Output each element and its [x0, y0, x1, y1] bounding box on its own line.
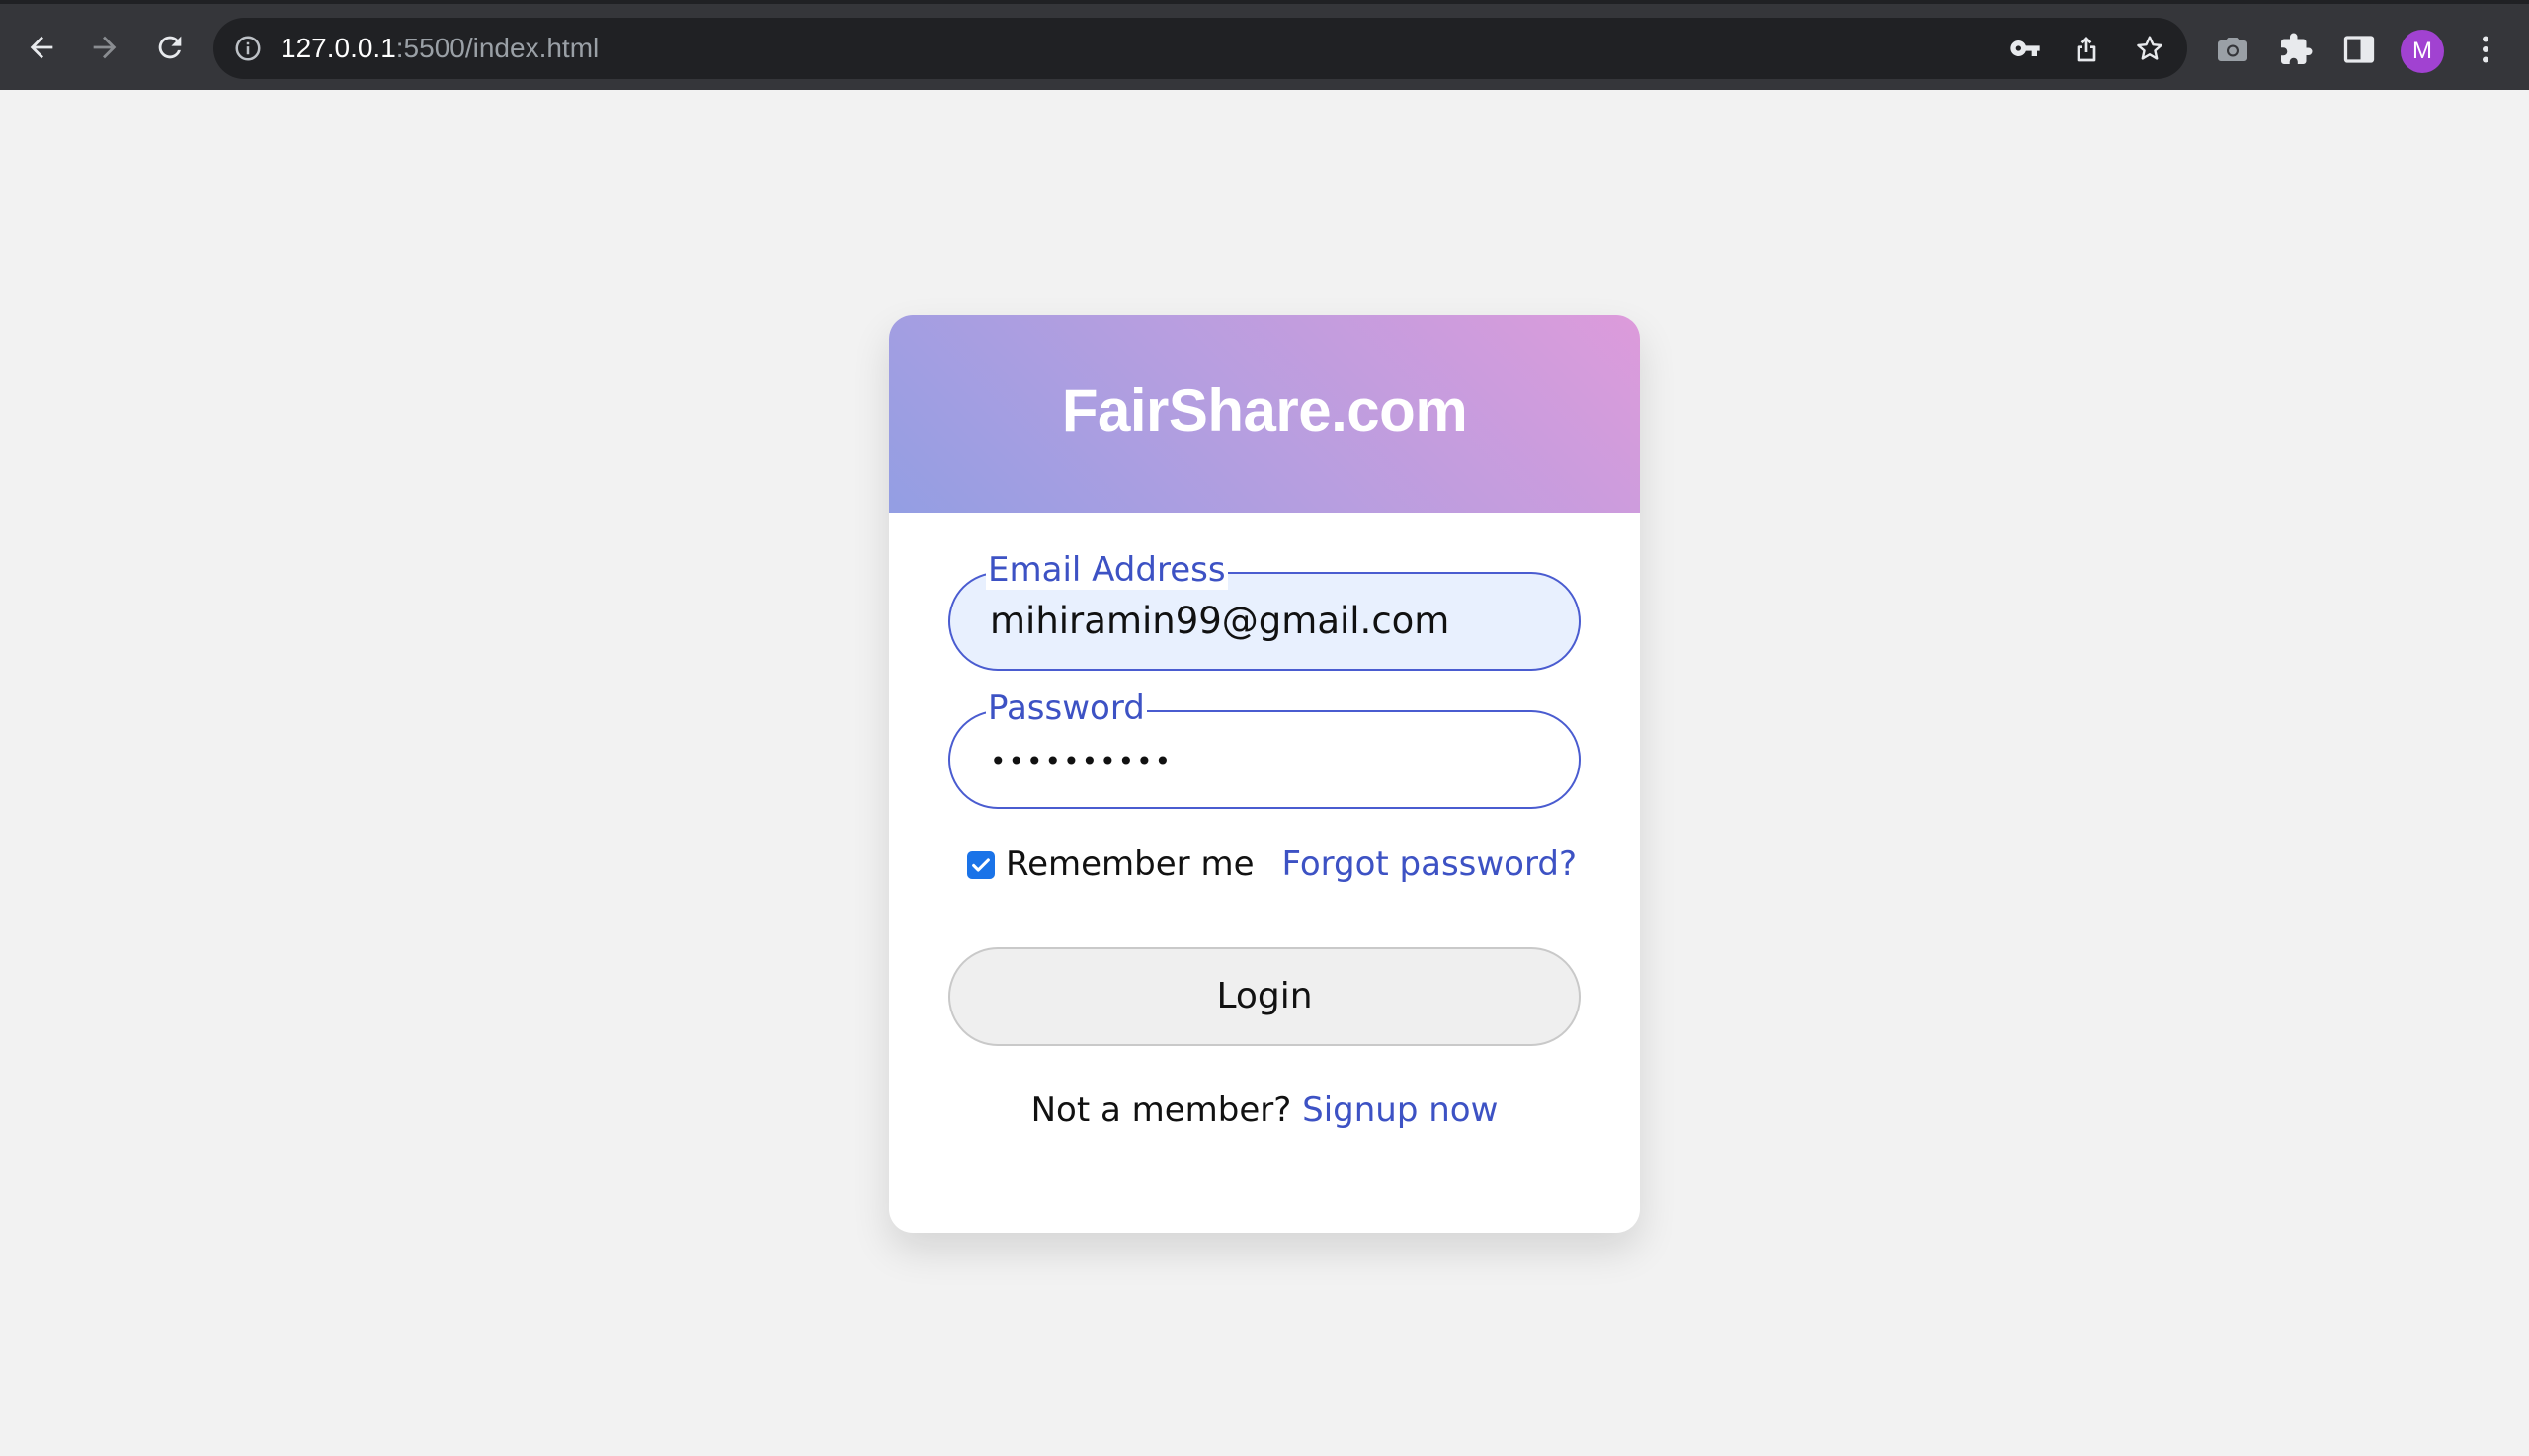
more-vertical-icon[interactable]: [2468, 32, 2503, 67]
password-field[interactable]: Password ••••••••••: [948, 688, 1581, 811]
url-path: :5500/index.html: [395, 33, 600, 63]
remember-label[interactable]: Remember me: [1006, 839, 1255, 890]
back-button[interactable]: [20, 26, 63, 69]
remember-checkbox[interactable]: [967, 851, 995, 879]
signup-prompt: Not a member?: [1030, 1091, 1303, 1130]
email-input[interactable]: mihiramin99@gmail.com: [990, 574, 1449, 669]
checkmark-icon: [972, 858, 990, 872]
arrow-left-icon: [30, 36, 53, 59]
key-icon[interactable]: [2009, 33, 2041, 64]
share-icon[interactable]: [2071, 33, 2102, 64]
reload-button[interactable]: [148, 26, 192, 69]
signup-row: Not a member? Signup now: [889, 1086, 1640, 1135]
card-header: FairShare.com: [889, 315, 1640, 513]
browser-toolbar: 127.0.0.1:5500/index.html M: [0, 0, 2529, 90]
forgot-password-link[interactable]: Forgot password?: [1281, 839, 1577, 890]
signup-link[interactable]: Signup now: [1302, 1091, 1498, 1130]
address-bar[interactable]: 127.0.0.1:5500/index.html: [213, 18, 2187, 79]
login-button[interactable]: Login: [948, 947, 1581, 1046]
puzzle-icon[interactable]: [2278, 32, 2314, 67]
password-input[interactable]: ••••••••••: [990, 712, 1173, 811]
site-title: FairShare.com: [1061, 377, 1468, 444]
side-panel-icon[interactable]: [2341, 32, 2377, 67]
reload-icon: [158, 36, 182, 59]
camera-icon[interactable]: [2215, 32, 2250, 67]
remember-row: Remember me Forgot password?: [964, 839, 1581, 888]
url-text: 127.0.0.1:5500/index.html: [281, 18, 599, 79]
profile-avatar[interactable]: M: [2401, 30, 2444, 73]
arrow-right-icon: [93, 36, 117, 59]
forward-button[interactable]: [83, 26, 126, 69]
email-field[interactable]: Email Address mihiramin99@gmail.com: [948, 550, 1581, 671]
star-icon[interactable]: [2134, 33, 2165, 64]
login-card: FairShare.com Email Address mihiramin99@…: [889, 315, 1640, 1233]
url-host: 127.0.0.1: [281, 33, 396, 63]
info-icon[interactable]: [233, 34, 263, 63]
